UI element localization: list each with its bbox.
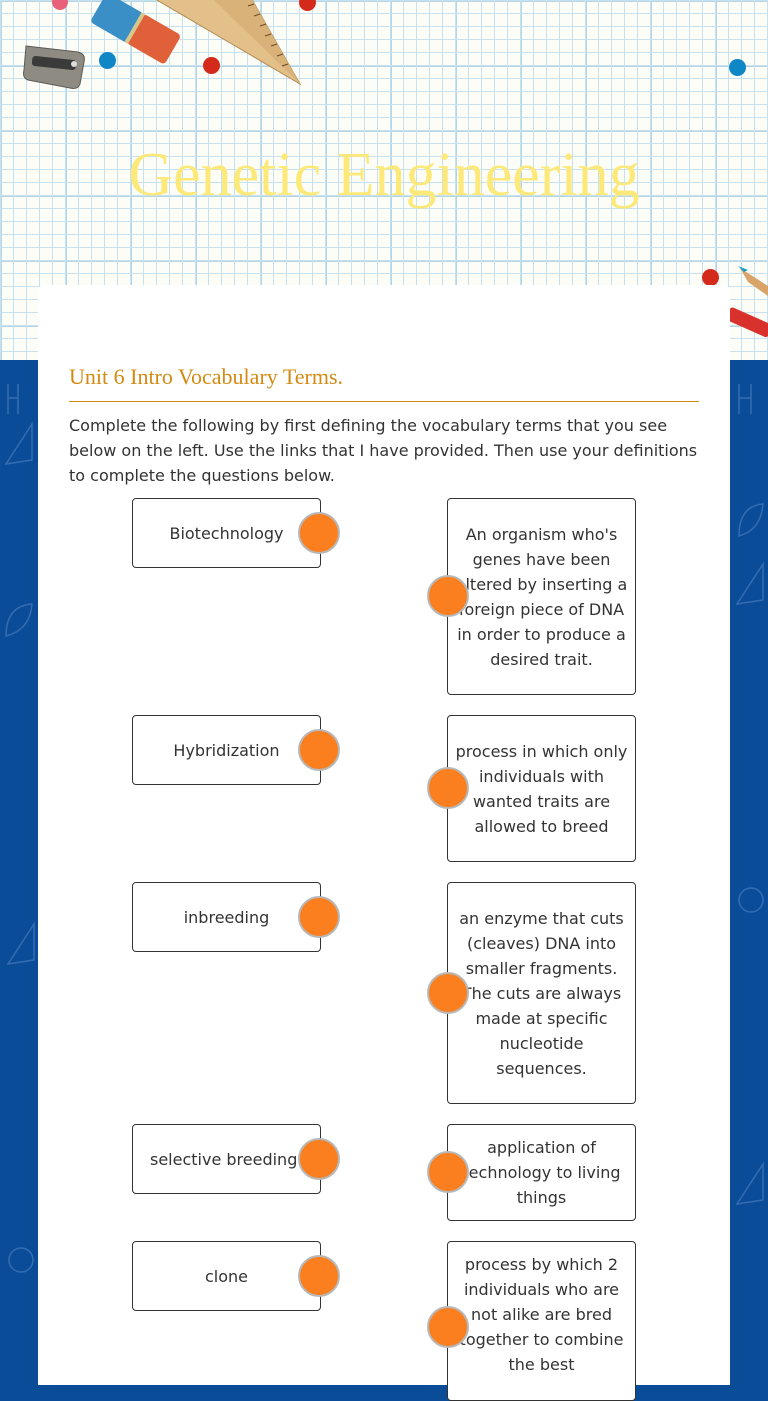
- definition-label: an enzyme that cuts (cleaves) DNA into s…: [459, 908, 624, 1078]
- term-label: clone: [204, 1266, 248, 1286]
- term-box[interactable]: inbreeding: [132, 882, 321, 952]
- doodle-triangle-icon: [6, 921, 35, 965]
- section-divider: [69, 401, 699, 402]
- term-connector-dot[interactable]: [298, 1138, 340, 1180]
- definition-box[interactable]: application of technology to living thin…: [447, 1124, 636, 1221]
- term-label: selective breeding: [150, 1149, 298, 1169]
- definition-box[interactable]: process in which only individuals with w…: [447, 715, 636, 862]
- term-connector-dot[interactable]: [298, 512, 340, 554]
- definition-connector-dot[interactable]: [427, 1306, 469, 1348]
- decor-dot-blue: [99, 52, 116, 69]
- definition-box[interactable]: process by which 2 individuals who are n…: [447, 1241, 636, 1401]
- worksheet-title: Genetic Engineering: [128, 141, 640, 209]
- doodle-triangle-icon: [735, 1161, 764, 1205]
- definition-box[interactable]: an enzyme that cuts (cleaves) DNA into s…: [447, 882, 636, 1104]
- doodle-triangle-icon: [4, 421, 33, 465]
- definition-connector-dot[interactable]: [427, 1151, 469, 1193]
- definition-connector-dot[interactable]: [427, 575, 469, 617]
- pencil-sharpener-icon: [23, 45, 85, 89]
- doodle-leaf-icon: [738, 503, 764, 537]
- decor-dot-red: [203, 57, 220, 74]
- section-title: Unit 6 Intro Vocabulary Terms.: [69, 364, 344, 389]
- term-box[interactable]: selective breeding: [132, 1124, 321, 1194]
- term-connector-dot[interactable]: [298, 729, 340, 771]
- term-box[interactable]: Biotechnology: [132, 498, 321, 568]
- term-connector-dot[interactable]: [298, 1255, 340, 1297]
- definition-label: process by which 2 individuals who are n…: [459, 1255, 624, 1374]
- doodle-circle-icon: [8, 1247, 34, 1273]
- term-label: Biotechnology: [169, 523, 284, 543]
- definition-connector-dot[interactable]: [427, 767, 469, 809]
- doodle-triangle-icon: [735, 561, 764, 605]
- doodle-icon: [7, 384, 19, 414]
- term-label: Hybridization: [173, 740, 280, 760]
- pencils-icon: [726, 266, 768, 338]
- decor-dot-red: [702, 269, 719, 286]
- instructions-text: Complete the following by first defining…: [69, 416, 698, 485]
- definition-label: An organism who's genes have been altere…: [455, 524, 628, 669]
- term-label: inbreeding: [183, 907, 270, 927]
- decor-dot-blue: [729, 59, 746, 76]
- term-box[interactable]: clone: [132, 1241, 321, 1311]
- doodle-leaf-icon: [5, 603, 33, 637]
- definition-box[interactable]: An organism who's genes have been altere…: [447, 498, 636, 695]
- definition-label: process in which only individuals with w…: [455, 741, 628, 836]
- ruler-triangle-icon: [155, 0, 302, 86]
- term-box[interactable]: Hybridization: [132, 715, 321, 785]
- definition-connector-dot[interactable]: [427, 972, 469, 1014]
- term-connector-dot[interactable]: [298, 896, 340, 938]
- doodle-circle-icon: [738, 887, 764, 913]
- doodle-icon: [738, 384, 752, 414]
- definition-label: application of technology to living thin…: [462, 1138, 621, 1207]
